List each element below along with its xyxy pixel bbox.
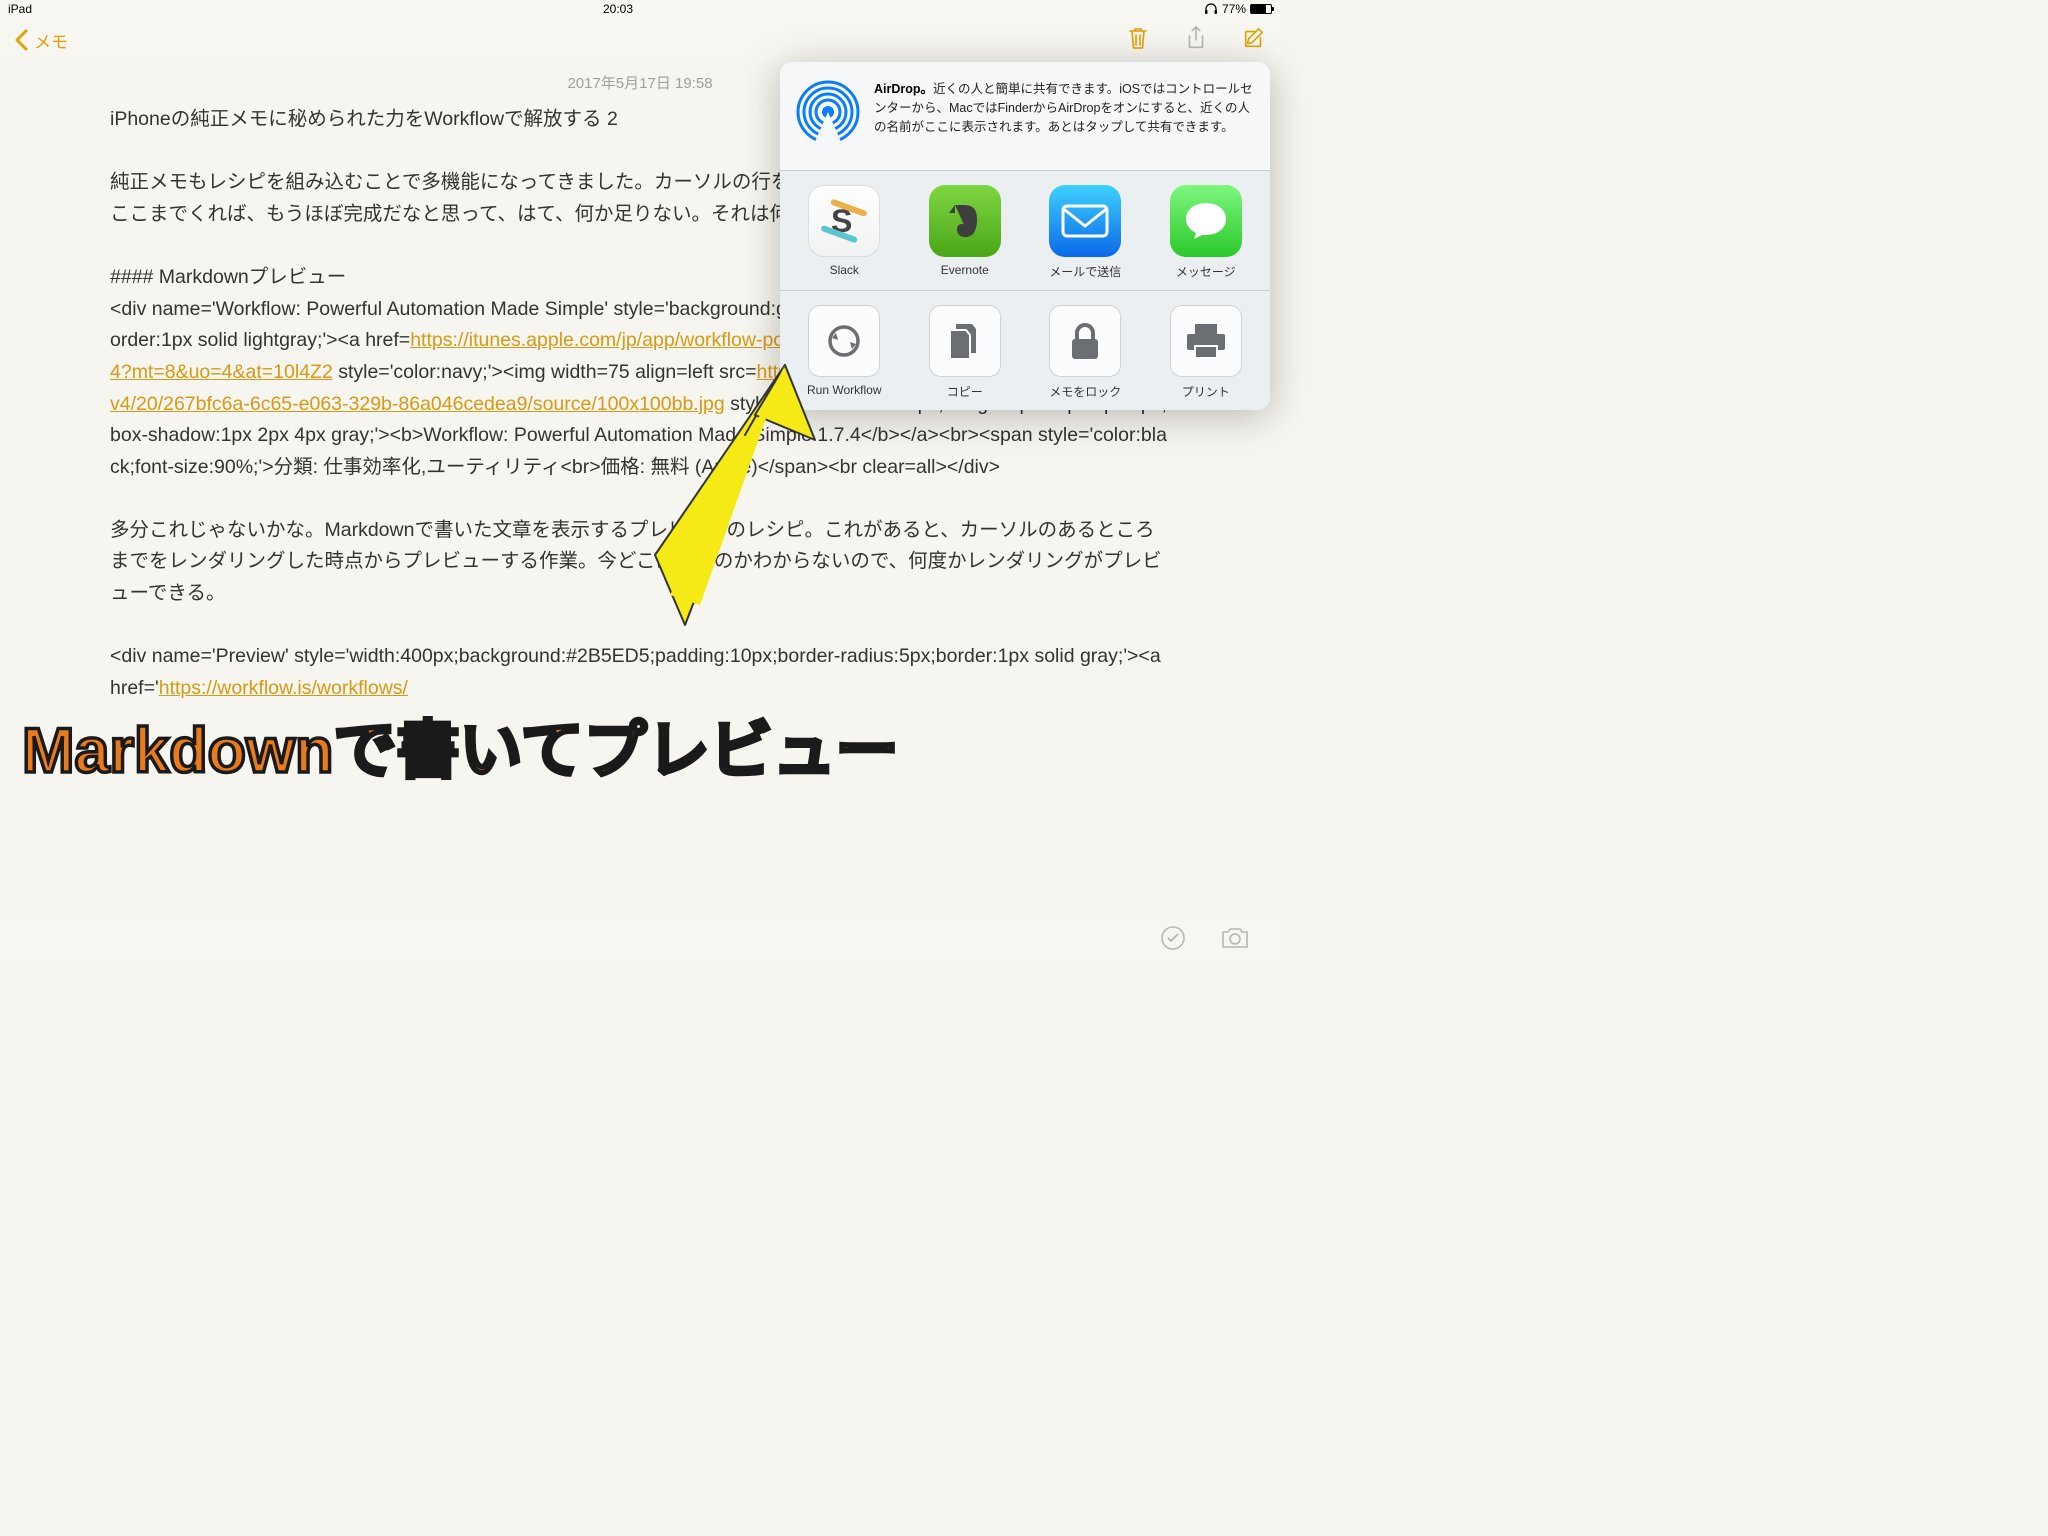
annotation-text: Markdownで書いてプレビュー bbox=[22, 700, 899, 791]
airdrop-text: AirDrop。近くの人と簡単に共有できます。iOSではコントロールセンターから… bbox=[874, 80, 1254, 144]
status-bar: iPad 20:03 77% bbox=[0, 0, 1280, 18]
lock-icon bbox=[1068, 321, 1102, 361]
compose-icon bbox=[1242, 25, 1266, 51]
share-app-slack[interactable]: S Slack bbox=[790, 185, 899, 280]
note-code-block-2: <div name='Preview' style='width:400px;b… bbox=[110, 641, 1170, 704]
checklist-icon bbox=[1160, 925, 1186, 951]
share-sheet: AirDrop。近くの人と簡単に共有できます。iOSではコントロールセンターから… bbox=[780, 62, 1270, 410]
link-workflow[interactable]: https://workflow.is/workflows/ bbox=[159, 677, 408, 699]
compose-button[interactable] bbox=[1242, 25, 1266, 56]
back-label: メモ bbox=[34, 28, 68, 53]
share-app-messages[interactable]: メッセージ bbox=[1152, 185, 1261, 280]
camera-icon bbox=[1220, 926, 1250, 950]
evernote-icon bbox=[943, 199, 987, 243]
share-app-mail[interactable]: メールで送信 bbox=[1031, 185, 1140, 280]
share-button[interactable] bbox=[1184, 25, 1208, 56]
print-icon bbox=[1185, 322, 1227, 360]
battery-pct: 77% bbox=[1222, 2, 1246, 16]
trash-button[interactable] bbox=[1126, 25, 1150, 56]
share-action-print[interactable]: プリント bbox=[1152, 305, 1261, 400]
airdrop-section[interactable]: AirDrop。近くの人と簡単に共有できます。iOSではコントロールセンターから… bbox=[780, 62, 1270, 171]
airdrop-icon bbox=[796, 80, 860, 144]
checklist-button[interactable] bbox=[1160, 925, 1186, 956]
chevron-left-icon bbox=[14, 29, 28, 51]
battery-icon bbox=[1250, 4, 1272, 14]
status-right: 77% bbox=[1204, 2, 1272, 16]
device-label: iPad bbox=[8, 2, 32, 16]
copy-icon bbox=[946, 320, 984, 362]
bottom-toolbar bbox=[0, 920, 1280, 960]
mail-icon bbox=[1061, 204, 1109, 238]
slack-icon: S bbox=[821, 198, 867, 244]
share-app-row: S Slack Evernote メールで送信 メッセージ bbox=[780, 171, 1270, 291]
share-action-lock[interactable]: メモをロック bbox=[1031, 305, 1140, 400]
share-action-copy[interactable]: コピー bbox=[911, 305, 1020, 400]
camera-button[interactable] bbox=[1220, 926, 1250, 955]
messages-icon bbox=[1182, 199, 1230, 243]
clock: 20:03 bbox=[603, 2, 633, 16]
back-button[interactable]: メモ bbox=[14, 28, 68, 53]
headphones-icon bbox=[1204, 3, 1218, 15]
nav-bar: メモ bbox=[0, 18, 1280, 62]
share-action-row: Run Workflow コピー メモをロック プリント bbox=[780, 291, 1270, 410]
share-icon bbox=[1184, 25, 1208, 51]
trash-icon bbox=[1126, 25, 1150, 51]
share-app-evernote[interactable]: Evernote bbox=[911, 185, 1020, 280]
annotation-arrow bbox=[635, 345, 835, 645]
